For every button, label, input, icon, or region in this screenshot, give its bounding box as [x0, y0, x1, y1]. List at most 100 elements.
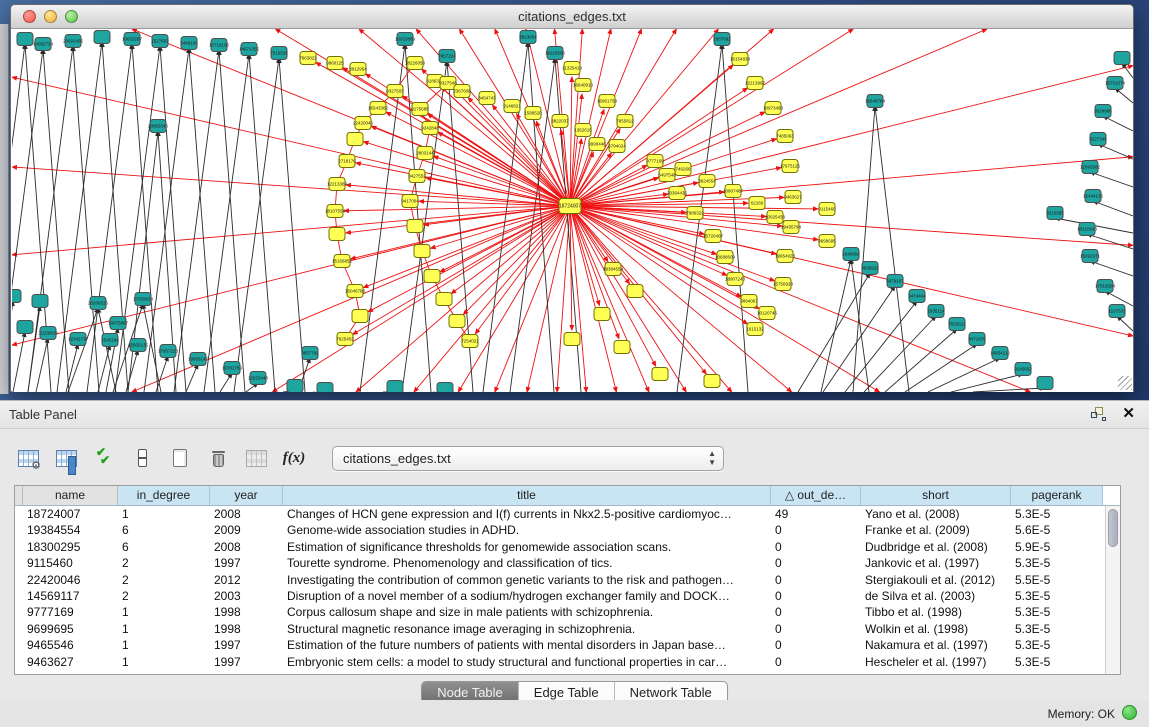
- table-cell[interactable]: 1: [118, 637, 210, 653]
- table-cell[interactable]: 6: [118, 539, 210, 555]
- select-all-icon[interactable]: ✔✔: [90, 445, 118, 471]
- graph-node-yellow[interactable]: [564, 333, 580, 346]
- table-cell[interactable]: Changes of HCN gene expression and I(f) …: [283, 506, 771, 522]
- table-cell[interactable]: Estimation of the future numbers of pati…: [283, 637, 771, 653]
- table-cell[interactable]: Investigating the contribution of common…: [283, 572, 771, 588]
- table-cell[interactable]: 0: [771, 654, 861, 670]
- column-header-out_de[interactable]: △ out_de…: [771, 486, 861, 505]
- table-row[interactable]: 946554611997Estimation of the future num…: [15, 637, 1120, 653]
- window-resize-grip[interactable]: [1118, 376, 1132, 390]
- table-cell[interactable]: 1: [118, 621, 210, 637]
- table-cell[interactable]: 1: [118, 506, 210, 522]
- table-cell[interactable]: 5.5E-5: [1011, 572, 1103, 588]
- table-cell[interactable]: 5.3E-5: [1011, 654, 1103, 670]
- table-cell[interactable]: 0: [771, 555, 861, 571]
- table-cell[interactable]: 0: [771, 572, 861, 588]
- table-cell[interactable]: de Silva et al. (2003): [861, 588, 1011, 604]
- column-header-year[interactable]: year: [210, 486, 283, 505]
- memory-status-indicator[interactable]: [1122, 705, 1137, 720]
- table-cell[interactable]: Genome-wide association studies in ADHD.: [283, 522, 771, 538]
- create-column-icon[interactable]: [166, 445, 194, 471]
- table-cell[interactable]: 9463627: [23, 654, 118, 670]
- table-row[interactable]: 977716911998Corpus callosum shape and si…: [15, 604, 1120, 620]
- table-cell[interactable]: 0: [771, 539, 861, 555]
- table-cell[interactable]: Estimation of significance thresholds fo…: [283, 539, 771, 555]
- table-vertical-scrollbar[interactable]: [1105, 506, 1120, 674]
- table-cell[interactable]: 18300295: [23, 539, 118, 555]
- table-cell[interactable]: 9465546: [23, 637, 118, 653]
- table-cell[interactable]: 1: [118, 654, 210, 670]
- graph-node-yellow[interactable]: [704, 375, 720, 388]
- graph-node-yellow[interactable]: [424, 270, 440, 283]
- function-builder-icon[interactable]: f(x): [280, 445, 308, 471]
- table-cell[interactable]: 0: [771, 637, 861, 653]
- table-cell[interactable]: 18724007: [23, 506, 118, 522]
- table-selector-dropdown[interactable]: citations_edges.txt ▲▼: [332, 446, 724, 471]
- table-cell[interactable]: 22420046: [23, 572, 118, 588]
- delete-column-icon[interactable]: [204, 445, 232, 471]
- table-cell[interactable]: 19384554: [23, 522, 118, 538]
- table-cell[interactable]: Stergiakouli et al. (2012): [861, 572, 1011, 588]
- graph-node-yellow[interactable]: [449, 315, 465, 328]
- table-cell[interactable]: Corpus callosum shape and size in male p…: [283, 604, 771, 620]
- table-cell[interactable]: 0: [771, 604, 861, 620]
- table-cell[interactable]: 6: [118, 522, 210, 538]
- table-cell[interactable]: 0: [771, 522, 861, 538]
- table-row[interactable]: 1872400712008Changes of HCN gene express…: [15, 506, 1120, 522]
- table-cell[interactable]: Structural magnetic resonance image aver…: [283, 621, 771, 637]
- table-row[interactable]: 1456911722003Disruption of a novel membe…: [15, 588, 1120, 604]
- graph-node-yellow[interactable]: [436, 293, 452, 306]
- graph-node-teal[interactable]: [94, 31, 110, 44]
- table-row[interactable]: 1938455462009Genome-wide association stu…: [15, 522, 1120, 538]
- graph-node-yellow[interactable]: [407, 220, 423, 233]
- table-cell[interactable]: 5.3E-5: [1011, 506, 1103, 522]
- table-cell[interactable]: 1998: [210, 621, 283, 637]
- table-cell[interactable]: 1: [118, 604, 210, 620]
- table-cell[interactable]: 5.3E-5: [1011, 621, 1103, 637]
- table-cell[interactable]: Nakamura et al. (1997): [861, 637, 1011, 653]
- table-cell[interactable]: 1997: [210, 654, 283, 670]
- graph-node-yellow[interactable]: [652, 368, 668, 381]
- network-canvas[interactable]: 1405572420691406106532871527602946616010…: [12, 29, 1133, 392]
- table-cell[interactable]: 2: [118, 555, 210, 571]
- table-cell[interactable]: Disruption of a novel member of a sodium…: [283, 588, 771, 604]
- table-cell[interactable]: 0: [771, 621, 861, 637]
- graph-node-yellow[interactable]: [627, 285, 643, 298]
- table-cell[interactable]: 2003: [210, 588, 283, 604]
- table-cell[interactable]: 5.9E-5: [1011, 539, 1103, 555]
- graph-node-teal[interactable]: [17, 33, 33, 46]
- scrollbar-thumb[interactable]: [1108, 509, 1118, 547]
- table-row[interactable]: 969969511998Structural magnetic resonanc…: [15, 621, 1120, 637]
- table-cell[interactable]: 0: [771, 588, 861, 604]
- table-row[interactable]: 946362711997Embryonic stem cells: a mode…: [15, 654, 1120, 670]
- graph-node-teal[interactable]: [387, 381, 403, 393]
- table-cell[interactable]: 2009: [210, 522, 283, 538]
- table-cell[interactable]: 14569117: [23, 588, 118, 604]
- table-cell[interactable]: 5.3E-5: [1011, 588, 1103, 604]
- table-cell[interactable]: 49: [771, 506, 861, 522]
- table-cell[interactable]: 1998: [210, 604, 283, 620]
- graph-node-yellow[interactable]: [347, 133, 363, 146]
- show-columns-icon[interactable]: [52, 445, 80, 471]
- table-cell[interactable]: 9699695: [23, 621, 118, 637]
- table-cell[interactable]: Yano et al. (2008): [861, 506, 1011, 522]
- table-cell[interactable]: 1997: [210, 637, 283, 653]
- table-cell[interactable]: Tourette syndrome. Phenomenology and cla…: [283, 555, 771, 571]
- table-cell[interactable]: 5.6E-5: [1011, 522, 1103, 538]
- network-window-titlebar[interactable]: citations_edges.txt: [11, 5, 1133, 29]
- column-header-in_degree[interactable]: in_degree: [118, 486, 210, 505]
- graph-node-yellow[interactable]: [329, 228, 345, 241]
- network-view-window[interactable]: citations_edges.txt 14055724206914061065…: [10, 4, 1134, 392]
- table-cell[interactable]: Tibbo et al. (1998): [861, 604, 1011, 620]
- graph-node-yellow[interactable]: [594, 308, 610, 321]
- table-row[interactable]: 2242004622012Investigating the contribut…: [15, 572, 1120, 588]
- column-header-name[interactable]: name: [23, 486, 118, 505]
- table-cell[interactable]: 5.3E-5: [1011, 604, 1103, 620]
- table-cell[interactable]: Embryonic stem cells: a model to study s…: [283, 654, 771, 670]
- graph-node-teal[interactable]: [317, 383, 333, 393]
- table-cell[interactable]: 5.3E-5: [1011, 637, 1103, 653]
- row-height-icon[interactable]: [128, 445, 156, 471]
- table-cell[interactable]: 2: [118, 572, 210, 588]
- graph-node-teal[interactable]: [1037, 377, 1053, 390]
- graph-node-yellow[interactable]: [414, 245, 430, 258]
